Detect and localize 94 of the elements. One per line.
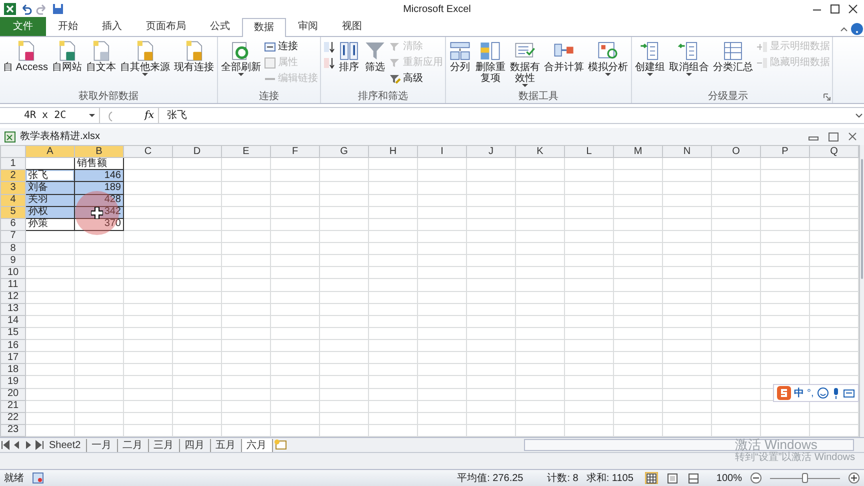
formula-field[interactable]: 张飞 [158,108,854,123]
column-header[interactable]: E [222,146,270,158]
table-cell[interactable]: 张飞 [26,170,74,182]
column-header[interactable]: H [368,146,418,158]
ribbon-button[interactable]: 筛选 [362,39,388,74]
row-header[interactable]: 19 [0,376,26,388]
group-label: 分级显示 [707,91,750,103]
group-label: 排序和筛选 [357,91,410,103]
ribbon-button[interactable]: 创建组 [633,39,668,77]
file-tab[interactable]: 文件 [0,17,46,36]
column-header[interactable]: D [172,146,222,158]
group-label: 连接 [258,91,280,103]
table-cell[interactable]: 刘备 [26,182,74,194]
input-mode-toggle[interactable]: 中 [794,386,804,400]
group-label: 获取外部数据 [78,91,140,103]
column-header[interactable]: C [124,146,172,158]
row-header[interactable]: 1 [0,158,26,170]
ribbon-button[interactable]: 取消组合 [667,39,712,77]
status-text: 就绪 [4,472,24,486]
column-header[interactable]: A [26,146,74,158]
ribbon-tab[interactable]: 公式 [198,17,242,36]
insert-function-button[interactable]: fx [144,108,154,123]
row-header[interactable]: 4 [0,194,26,206]
ribbon-button[interactable]: 连接 [263,39,320,55]
ribbon-tab[interactable]: 页面布局 [134,17,198,36]
row-header[interactable]: 14 [0,315,26,328]
ribbon-tab[interactable]: 审阅 [286,17,330,36]
ribbon-tab[interactable]: 插入 [90,17,134,36]
ribbon-tab[interactable]: 开始 [46,17,90,36]
column-header[interactable]: Q [810,146,858,158]
row-header[interactable]: 7 [0,230,26,242]
table-cell[interactable]: 189 [74,182,124,194]
ribbon-button[interactable]: 分类汇总 [711,39,756,74]
row-header[interactable]: 21 [0,400,26,412]
column-header[interactable]: K [516,146,564,158]
column-header[interactable]: I [418,146,466,158]
activation-hint: 转到“设置”以激活 Windows [735,451,856,464]
row-header[interactable]: 3 [0,182,26,194]
column-header[interactable]: O [712,146,760,158]
table-cell[interactable]: 关羽 [26,194,74,206]
row-header[interactable]: 17 [0,352,26,364]
table-cell[interactable]: 146 [74,170,124,182]
ribbon-tab[interactable]: 视图 [330,17,374,36]
activation-title: 激活 Windows [735,438,818,451]
punctuation-toggle[interactable]: °, [807,386,814,400]
table-cell[interactable]: 孙权 [26,206,74,218]
column-header[interactable]: J [466,146,516,158]
count-text: 计数: 8 [547,472,578,486]
ribbon-button[interactable]: 自文本 [84,39,118,74]
average-text: 平均值: 276.25 [457,472,524,486]
name-box[interactable]: 4R x 2C [0,108,100,123]
row-header[interactable]: 20 [0,388,26,400]
column-header[interactable]: L [564,146,614,158]
workbook-title: 教学表格精进.xlsx [20,130,101,144]
zoom-text[interactable]: 100% [716,470,742,486]
sheet-tab[interactable]: 六月 [242,438,273,452]
row-header[interactable]: 5 [0,206,26,218]
ribbon-button[interactable]: 数据有效性 [508,39,542,88]
ribbon-button[interactable]: 自 Access [1,39,50,74]
column-header[interactable]: G [320,146,368,158]
row-header[interactable]: 15 [0,327,26,340]
column-header[interactable]: N [662,146,712,158]
ribbon-button[interactable]: 模拟分析 [586,39,630,77]
ribbon-button[interactable]: 自网站 [50,39,84,74]
window-title: Microsoft Excel [402,2,472,16]
row-header[interactable]: 22 [0,412,26,424]
ribbon-button[interactable]: 排序 [336,39,362,74]
column-header[interactable]: P [760,146,810,158]
row-header[interactable]: 6 [0,218,26,230]
ribbon-button[interactable]: 合并计算 [542,39,586,74]
ribbon-button[interactable]: 全部刷新 [219,39,264,77]
sum-text: 求和: 1105 [586,472,634,486]
ribbon-button[interactable]: 高级 [388,71,444,87]
column-header[interactable]: M [614,146,662,158]
ribbon-button[interactable]: 现有连接 [172,39,216,74]
row-header[interactable]: 11 [0,278,26,291]
ribbon-button[interactable]: 删除重复项 [473,39,508,85]
row-header[interactable]: 8 [0,242,26,255]
ribbon-button[interactable]: 分列 [447,39,474,74]
row-header[interactable]: 10 [0,266,26,279]
ribbon-button[interactable]: 自其他来源 [118,39,172,77]
row-header[interactable]: 9 [0,254,26,267]
ribbon-tab[interactable]: 数据 [242,18,286,37]
column-header[interactable]: F [270,146,320,158]
column-header[interactable]: B [74,146,124,158]
row-header[interactable]: 23 [0,424,26,436]
table-cell[interactable]: 孙策 [26,218,74,230]
row-header[interactable]: 13 [0,303,26,316]
row-header[interactable]: 18 [0,364,26,376]
row-header[interactable]: 12 [0,291,26,304]
row-header[interactable]: 2 [0,170,26,182]
row-header[interactable]: 16 [0,340,26,352]
group-label: 数据工具 [518,91,560,103]
table-cell[interactable]: 428 [74,194,124,206]
